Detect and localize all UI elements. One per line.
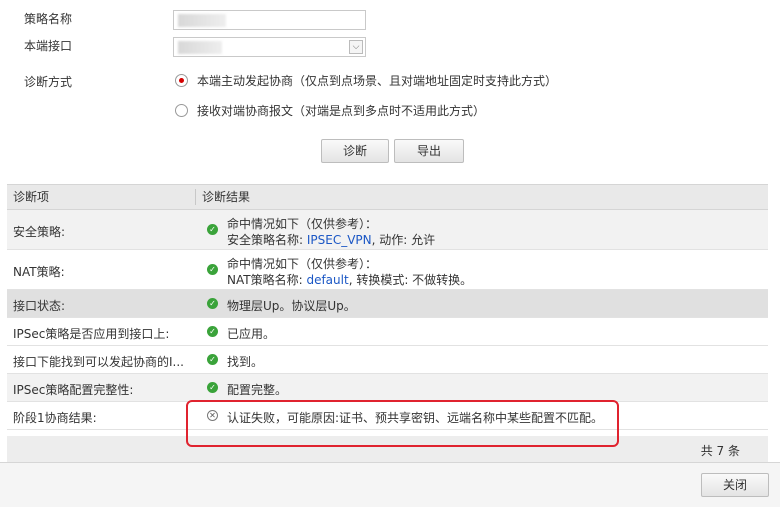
diagnosis-table: 诊断项 诊断结果 安全策略: ✓ 命中情况如下（仅供参考）： 安全策略名称: I… — [7, 184, 768, 430]
option-receive-label[interactable]: 接收对端协商报文（对端是点到多点时不适用此方式） — [197, 102, 485, 119]
row-item-name: 阶段1协商结果: — [13, 411, 97, 425]
dialog-footer: 关闭 — [0, 462, 780, 507]
header-item: 诊断项 — [13, 190, 50, 204]
table-row[interactable]: 接口下能找到可以发起协商的I... ✓ 找到。 — [7, 346, 768, 374]
policy-link[interactable]: IPSEC_VPN — [307, 233, 372, 247]
option-initiate-label[interactable]: 本端主动发起协商（仅点到点场景、且对端地址固定时支持此方式） — [197, 72, 557, 89]
local-interface-label: 本端接口 — [24, 39, 73, 53]
chevron-down-icon[interactable]: ⌵ — [349, 40, 363, 54]
table-header: 诊断项 诊断结果 — [7, 184, 768, 210]
redacted-value — [178, 41, 222, 54]
row-result: 找到。 — [227, 355, 264, 369]
row-result-line1: 命中情况如下（仅供参考）： — [227, 217, 378, 231]
column-divider — [195, 189, 196, 205]
check-icon: ✓ — [207, 224, 218, 235]
row-result-line2: 安全策略名称: IPSEC_VPN, 动作: 允许 — [227, 233, 436, 247]
row-result: 物理层Up。协议层Up。 — [227, 299, 356, 313]
row-result-line2: NAT策略名称: default, 转换模式: 不做转换。 — [227, 273, 473, 287]
radio-receive[interactable] — [175, 104, 188, 117]
check-icon: ✓ — [207, 326, 218, 337]
diagnose-button[interactable]: 诊断 — [321, 139, 389, 163]
export-button[interactable]: 导出 — [394, 139, 464, 163]
row-item-name: 接口状态: — [13, 299, 66, 313]
header-result: 诊断结果 — [202, 190, 251, 204]
table-row[interactable]: 接口状态: ✓ 物理层Up。协议层Up。 — [7, 290, 768, 318]
row-result: 配置完整。 — [227, 383, 288, 397]
table-row[interactable]: IPSec策略配置完整性: ✓ 配置完整。 — [7, 374, 768, 402]
row-item-name: 接口下能找到可以发起协商的I... — [13, 355, 184, 369]
highlight-box — [186, 400, 619, 447]
total-count: 共 7 条 — [700, 444, 740, 458]
table-row[interactable]: 安全策略: ✓ 命中情况如下（仅供参考）： 安全策略名称: IPSEC_VPN,… — [7, 210, 768, 250]
policy-link[interactable]: default — [306, 273, 348, 287]
table-row[interactable]: IPSec策略是否应用到接口上: ✓ 已应用。 — [7, 318, 768, 346]
local-interface-select[interactable]: ⌵ — [173, 37, 366, 57]
redacted-value — [178, 14, 226, 27]
diag-mode-label: 诊断方式 — [24, 75, 73, 89]
check-icon: ✓ — [207, 298, 218, 309]
check-icon: ✓ — [207, 382, 218, 393]
row-result: 已应用。 — [227, 327, 276, 341]
row-result-line1: 命中情况如下（仅供参考）： — [227, 257, 378, 271]
close-button[interactable]: 关闭 — [701, 473, 769, 497]
row-item-name: IPSec策略配置完整性: — [13, 383, 134, 397]
table-row[interactable]: NAT策略: ✓ 命中情况如下（仅供参考）： NAT策略名称: default,… — [7, 250, 768, 290]
row-item-name: NAT策略: — [13, 265, 65, 279]
policy-name-label: 策略名称 — [24, 12, 73, 26]
check-icon: ✓ — [207, 354, 218, 365]
check-icon: ✓ — [207, 264, 218, 275]
radio-initiate[interactable] — [175, 74, 188, 87]
row-item-name: IPSec策略是否应用到接口上: — [13, 327, 170, 341]
row-item-name: 安全策略: — [13, 225, 66, 239]
policy-name-field[interactable] — [173, 10, 366, 30]
